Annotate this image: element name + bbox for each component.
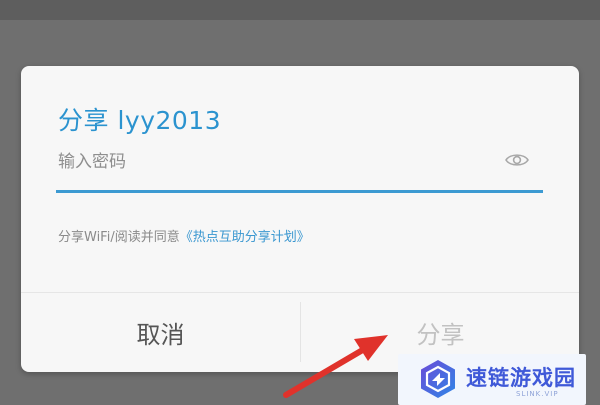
eye-icon[interactable] [505, 152, 529, 168]
agreement-link[interactable]: 《热点互助分享计划》 [180, 230, 310, 245]
share-wifi-dialog: 分享 lyy2013 分享WiFi/阅读并同意《热点互助分享计划》 取消 分享 [21, 66, 579, 372]
watermark: 速链游戏园 SLINK.VIP [398, 354, 586, 405]
agreement-text: 分享WiFi/阅读并同意《热点互助分享计划》 [58, 226, 310, 245]
status-bar-backdrop [0, 0, 600, 20]
cancel-button[interactable]: 取消 [21, 293, 300, 372]
watermark-logo-icon [421, 360, 455, 398]
watermark-subtext: SLINK.VIP [516, 390, 559, 398]
watermark-text: 速链游戏园 [466, 366, 576, 390]
agreement-prefix: 分享WiFi/阅读并同意 [58, 230, 180, 245]
dialog-title: 分享 lyy2013 [58, 106, 222, 135]
password-input[interactable] [58, 144, 508, 180]
password-underline [56, 190, 543, 193]
